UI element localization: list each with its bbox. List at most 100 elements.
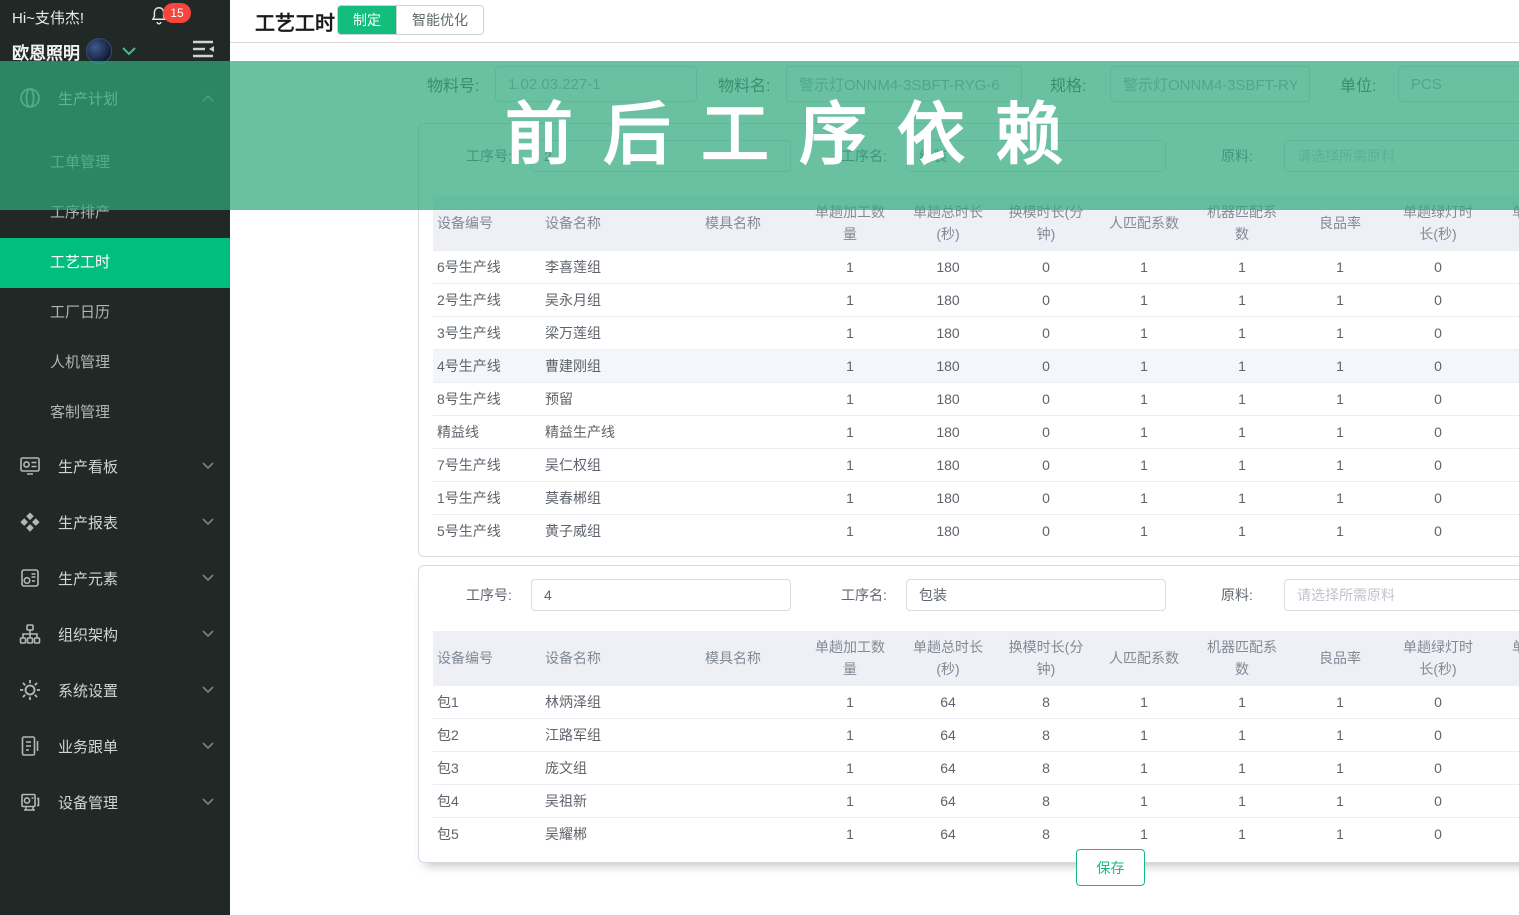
tab-formulate[interactable]: 制定: [338, 6, 396, 34]
table-cell: 1: [1193, 316, 1291, 350]
tab-smart-optimize[interactable]: 智能优化: [396, 6, 483, 34]
table-cell: 0: [997, 316, 1095, 350]
table-cell: [1487, 283, 1519, 317]
sidebar-item-system-settings[interactable]: 系统设置: [0, 662, 230, 718]
column-header: 良品率: [1291, 196, 1389, 251]
sidebar-item-production-plan[interactable]: 生产计划: [0, 70, 230, 126]
table-cell: 1: [801, 283, 899, 317]
spec-input[interactable]: [1110, 66, 1310, 102]
unit-input[interactable]: [1398, 66, 1519, 102]
table-cell: [1487, 349, 1519, 383]
table-row[interactable]: 4号生产线 曹建刚组 1 180 0 1 1 1 0: [433, 349, 1519, 383]
table-row[interactable]: 6号生产线 李喜莲组 1 180 0 1 1 1 0: [433, 250, 1519, 284]
process-no-input[interactable]: [531, 140, 791, 172]
table-row[interactable]: 7号生产线 吴仁权组 1 180 0 1 1 1 0: [433, 448, 1519, 482]
column-header: 设备编号: [433, 196, 541, 251]
column-header: 单趟总时长 (秒): [899, 196, 997, 251]
table-cell: 1: [1095, 817, 1193, 851]
table-cell: 1: [1095, 316, 1193, 350]
table-cell: 1: [801, 316, 899, 350]
table-cell: 0: [997, 415, 1095, 449]
sidebar-subitem-process-scheduling[interactable]: 工序排产: [0, 188, 230, 238]
material-name-input[interactable]: [786, 66, 1022, 102]
table-cell: 1: [1193, 481, 1291, 515]
save-button[interactable]: 保存: [1076, 849, 1145, 886]
table-row[interactable]: 包4 吴祖新 1 64 8 1 1 1 0: [433, 784, 1519, 818]
table-cell: 7号生产线: [433, 448, 541, 482]
table-cell: 180: [899, 415, 997, 449]
sidebar-item-label: 生产计划: [58, 90, 119, 108]
table-cell: [1487, 718, 1519, 752]
sidebar-collapse-icon[interactable]: [190, 38, 216, 60]
table-cell: 1: [1291, 283, 1389, 317]
table-row[interactable]: 包2 江路军组 1 64 8 1 1 1 0: [433, 718, 1519, 752]
process-name-input[interactable]: [906, 579, 1166, 611]
process-name-input[interactable]: [906, 140, 1166, 172]
raw-material-select[interactable]: [1284, 140, 1519, 172]
table-cell: 1: [1095, 718, 1193, 752]
table-row[interactable]: 5号生产线 黄子威组 1 180 0 1 1 1 0: [433, 514, 1519, 548]
table-cell: [1487, 316, 1519, 350]
table-row[interactable]: 2号生产线 吴永月组 1 180 0 1 1 1 0: [433, 283, 1519, 317]
sidebar-subitem-process-hours[interactable]: 工艺工时: [0, 238, 230, 288]
table-row[interactable]: 精益线 精益生产线 1 180 0 1 1 1 0: [433, 415, 1519, 449]
table-cell: 1: [1291, 718, 1389, 752]
table-cell: 吴永月组: [541, 283, 701, 317]
table-cell: 1: [801, 817, 899, 851]
column-header: 单趟加工数量: [801, 196, 899, 251]
table-cell: 1: [801, 250, 899, 284]
sidebar-subitem-factory-calendar[interactable]: 工厂日历: [0, 288, 230, 338]
table-row[interactable]: 包5 吴耀郴 1 64 8 1 1 1 0: [433, 817, 1519, 851]
sidebar-item-production-elements[interactable]: 生产元素: [0, 550, 230, 606]
table-cell: 梁万莲组: [541, 316, 701, 350]
table-row[interactable]: 8号生产线 预留 1 180 0 1 1 1 0: [433, 382, 1519, 416]
table-cell: 1: [1193, 250, 1291, 284]
table-cell: 64: [899, 718, 997, 752]
sidebar-item-production-kanban[interactable]: 生产看板: [0, 438, 230, 494]
sidebar-item-device-management[interactable]: 设备管理: [0, 774, 230, 830]
table-row[interactable]: 包1 林炳泽组 1 64 8 1 1 1 0: [433, 685, 1519, 719]
table-cell: [1487, 448, 1519, 482]
table-cell: 64: [899, 817, 997, 851]
sidebar-subitem-man-machine[interactable]: 人机管理: [0, 338, 230, 388]
raw-material-label: 原料:: [1221, 148, 1253, 164]
table-cell: 1: [1095, 448, 1193, 482]
table-cell: [1487, 250, 1519, 284]
sidebar-item-business-order[interactable]: 业务跟单: [0, 718, 230, 774]
table-cell: [1487, 784, 1519, 818]
sidebar-header: Hi~支伟杰! 15 欧恩照明: [0, 0, 230, 70]
table-cell: 1: [801, 448, 899, 482]
table-cell: [1487, 751, 1519, 785]
table-cell: 1: [1291, 751, 1389, 785]
company-chevron-down-icon[interactable]: [122, 46, 136, 56]
column-header: 单趟总时长 (秒): [899, 631, 997, 686]
table-row[interactable]: 1号生产线 莫春郴组 1 180 0 1 1 1 0: [433, 481, 1519, 515]
table-cell: 1: [1291, 448, 1389, 482]
table-cell: 0: [997, 448, 1095, 482]
table-cell: 0: [1389, 283, 1487, 317]
process-no-input[interactable]: [531, 579, 791, 611]
table-cell: 1: [1291, 250, 1389, 284]
table-cell: 0: [1389, 382, 1487, 416]
table-row[interactable]: 3号生产线 梁万莲组 1 180 0 1 1 1 0: [433, 316, 1519, 350]
chevron-down-icon: [202, 518, 214, 526]
table-row[interactable]: 包3 庞文组 1 64 8 1 1 1 0: [433, 751, 1519, 785]
column-header: 机器匹配系数: [1193, 196, 1291, 251]
table-cell: 1: [1193, 817, 1291, 851]
table-cell: [701, 751, 801, 785]
sidebar-item-org-structure[interactable]: 组织架构: [0, 606, 230, 662]
sidebar-subitem-custom-mgmt[interactable]: 客制管理: [0, 388, 230, 438]
sidebar-item-label: 设备管理: [58, 794, 119, 812]
table-cell: 0: [1389, 817, 1487, 851]
raw-material-select[interactable]: [1284, 579, 1519, 611]
table-cell: 6号生产线: [433, 250, 541, 284]
notification-count-badge[interactable]: 15: [163, 3, 191, 23]
page-title: 工艺工时: [255, 13, 335, 35]
material-no-input[interactable]: [495, 66, 697, 102]
sidebar-item-production-report[interactable]: 生产报表: [0, 494, 230, 550]
sidebar-subitem-work-order[interactable]: 工单管理: [0, 138, 230, 188]
table-cell: 180: [899, 349, 997, 383]
company-avatar[interactable]: [86, 38, 112, 64]
table-cell: 李喜莲组: [541, 250, 701, 284]
equipment-table-2: 设备编号 设备名称 模具名称 单趟加工数量单趟总时长 (秒) 换模时长(分 钟) 人匹配系数机…: [433, 631, 1519, 851]
